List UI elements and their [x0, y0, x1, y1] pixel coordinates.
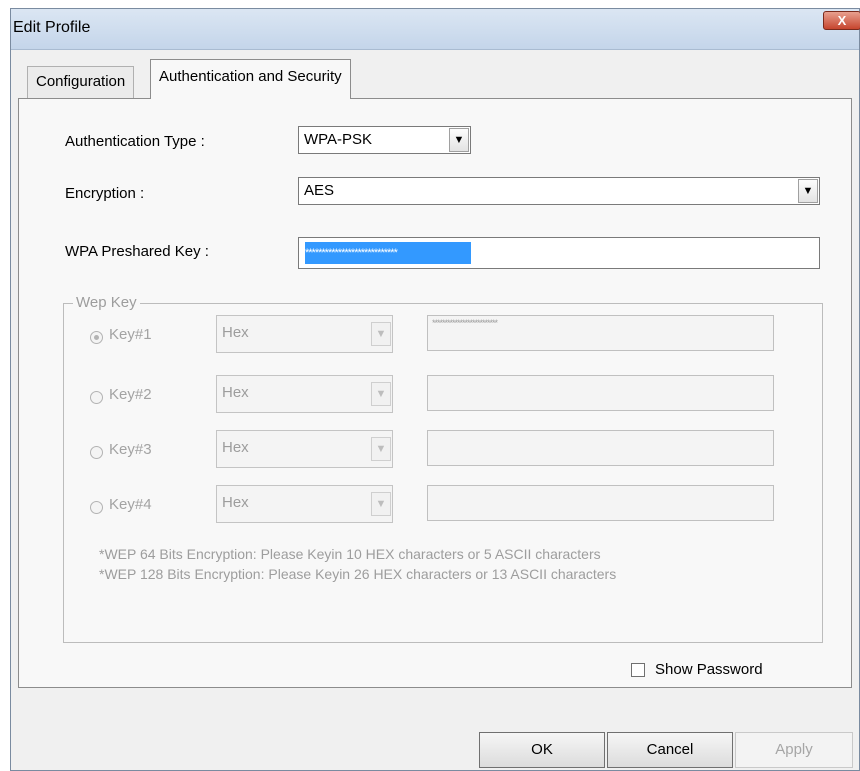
- show-password-label: Show Password: [655, 661, 763, 678]
- auth-type-label: Authentication Type :: [65, 133, 205, 150]
- title-bar: Edit Profile X: [11, 9, 860, 50]
- key1-format-select[interactable]: Hex ▼: [216, 315, 393, 353]
- chevron-down-icon[interactable]: ▼: [449, 128, 469, 152]
- key3-label: Key#3: [109, 441, 152, 458]
- key2-format-value: Hex: [222, 384, 249, 401]
- cancel-button-label: Cancel: [646, 741, 694, 758]
- encryption-label: Encryption :: [65, 185, 145, 202]
- key1-input[interactable]: **************************: [427, 315, 774, 351]
- wep-key-group: [63, 303, 823, 643]
- close-button[interactable]: X: [823, 11, 860, 30]
- ok-button-label: OK: [531, 741, 553, 758]
- preshared-key-value: ****************************: [305, 242, 471, 264]
- chevron-down-icon[interactable]: ▼: [371, 322, 391, 346]
- close-icon: X: [837, 13, 847, 28]
- show-password-checkbox[interactable]: [631, 663, 645, 677]
- cancel-button[interactable]: Cancel: [607, 732, 733, 768]
- key4-input[interactable]: [427, 485, 774, 521]
- key1-format-value: Hex: [222, 324, 249, 341]
- chevron-down-icon[interactable]: ▼: [798, 179, 818, 203]
- chevron-down-icon[interactable]: ▼: [371, 437, 391, 461]
- wep-128-note: *WEP 128 Bits Encryption: Please Keyin 2…: [99, 566, 617, 582]
- preshared-key-label: WPA Preshared Key :: [65, 243, 209, 260]
- encryption-select[interactable]: AES ▼: [298, 177, 820, 205]
- key1-value: **************************: [432, 318, 498, 328]
- key4-format-select[interactable]: Hex ▼: [216, 485, 393, 523]
- key2-input[interactable]: [427, 375, 774, 411]
- key3-input[interactable]: [427, 430, 774, 466]
- key1-label: Key#1: [109, 326, 152, 343]
- tab-configuration[interactable]: Configuration: [27, 66, 135, 98]
- key1-radio[interactable]: [90, 331, 103, 344]
- auth-type-value: WPA-PSK: [304, 131, 373, 148]
- key4-label: Key#4: [109, 496, 152, 513]
- ok-button[interactable]: OK: [479, 732, 605, 768]
- key2-radio[interactable]: [90, 391, 103, 404]
- encryption-value: AES: [304, 182, 335, 199]
- tab-authentication-label: Authentication and Security: [159, 68, 342, 85]
- key2-format-select[interactable]: Hex ▼: [216, 375, 393, 413]
- key4-format-value: Hex: [222, 494, 249, 511]
- window-title: Edit Profile: [13, 19, 91, 36]
- chevron-down-icon[interactable]: ▼: [371, 382, 391, 406]
- key3-format-select[interactable]: Hex ▼: [216, 430, 393, 468]
- wep-key-group-title: Wep Key: [73, 294, 140, 311]
- preshared-key-input[interactable]: ****************************: [298, 237, 820, 269]
- key3-radio[interactable]: [90, 446, 103, 459]
- tab-configuration-label: Configuration: [36, 73, 126, 90]
- apply-button-label: Apply: [775, 741, 813, 758]
- key4-radio[interactable]: [90, 501, 103, 514]
- edit-profile-dialog: Edit Profile X Configuration Authenticat…: [10, 8, 860, 771]
- key3-format-value: Hex: [222, 439, 249, 456]
- auth-type-select[interactable]: WPA-PSK ▼: [298, 126, 471, 154]
- apply-button[interactable]: Apply: [735, 732, 853, 768]
- tab-authentication-security[interactable]: Authentication and Security: [150, 59, 351, 99]
- chevron-down-icon[interactable]: ▼: [371, 492, 391, 516]
- key2-label: Key#2: [109, 386, 152, 403]
- wep-64-note: *WEP 64 Bits Encryption: Please Keyin 10…: [99, 546, 601, 562]
